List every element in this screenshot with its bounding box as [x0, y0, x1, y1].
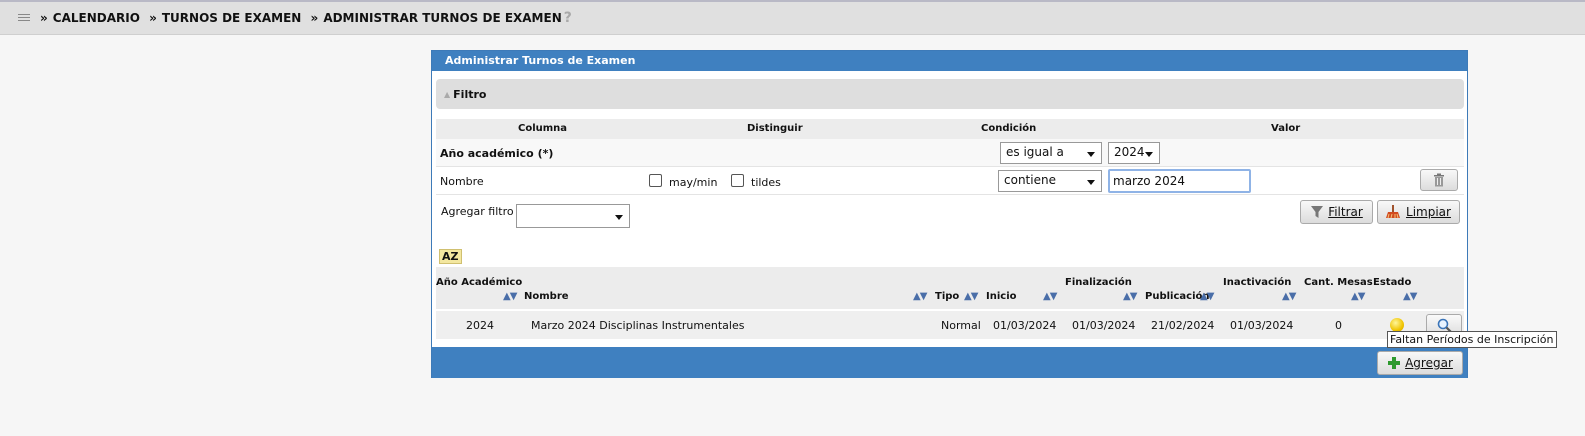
- accents-checkbox[interactable]: [731, 174, 744, 187]
- filter-header-condicion: Condición: [981, 123, 1037, 134]
- filter-title: Filtro: [453, 87, 487, 101]
- filter-row-nombre: Nombre may/min tildes contiene: [436, 167, 1464, 195]
- col-cant-mesas[interactable]: Cant. Mesas: [1304, 277, 1373, 288]
- admin-panel: Administrar Turnos de Examen ▲ Filtro Co…: [431, 50, 1468, 378]
- menu-icon[interactable]: [18, 13, 32, 23]
- status-tooltip: Faltan Períodos de Inscripción: [1387, 331, 1557, 348]
- filter-button[interactable]: Filtrar: [1300, 200, 1373, 224]
- broom-icon: [1386, 205, 1401, 219]
- sort-arrows-icon[interactable]: ▲▼: [1282, 291, 1296, 302]
- sort-arrows-icon[interactable]: ▲▼: [503, 291, 517, 302]
- case-sensitive-checkbox[interactable]: [649, 174, 662, 187]
- filter-label-anio: Año académico (*): [440, 147, 554, 160]
- plus-icon: [1388, 357, 1401, 369]
- panel-title: Administrar Turnos de Examen: [432, 51, 1467, 71]
- cell-anio: 2024: [466, 319, 494, 332]
- col-finalizacion[interactable]: Finalización: [1065, 277, 1132, 288]
- cell-finalizacion: 01/03/2024: [1072, 319, 1136, 332]
- sort-arrows-icon[interactable]: ▲▼: [1200, 291, 1214, 302]
- col-anio[interactable]: Año Académico: [436, 277, 522, 288]
- condition-select-anio[interactable]: es igual a: [1000, 142, 1102, 164]
- chevron-down-icon: [1087, 180, 1095, 185]
- add-filter-select[interactable]: [516, 204, 630, 228]
- chevron-down-icon: [615, 215, 623, 220]
- help-icon[interactable]: ?: [564, 10, 572, 26]
- condition-select-nombre[interactable]: contiene: [998, 170, 1102, 192]
- sort-arrows-icon[interactable]: ▲▼: [964, 291, 978, 302]
- sort-arrows-icon[interactable]: ▲▼: [1351, 291, 1365, 302]
- breadcrumb-bar: » CALENDARIO » TURNOS DE EXAMEN » ADMINISTR…: [0, 0, 1585, 35]
- table-header: Año Académico ▲▼ Nombre ▲▼ Tipo ▲▼ Inici…: [436, 267, 1464, 309]
- sort-az-icon[interactable]: AZ: [439, 249, 462, 264]
- sort-arrows-icon[interactable]: ▲▼: [913, 291, 927, 302]
- value-select-anio[interactable]: 2024: [1108, 142, 1160, 164]
- breadcrumb-separator: »: [149, 11, 157, 25]
- clear-button[interactable]: Limpiar: [1377, 200, 1460, 224]
- cell-inicio: 01/03/2024: [993, 319, 1057, 332]
- delete-filter-button[interactable]: [1420, 169, 1458, 191]
- status-warning-icon[interactable]: [1390, 318, 1404, 332]
- funnel-icon: [1311, 206, 1324, 218]
- col-estado[interactable]: Estado: [1373, 277, 1411, 288]
- panel-footer: Agregar: [432, 347, 1467, 378]
- filter-header: Columna Distinguir Condición Valor: [436, 119, 1464, 139]
- filter-table: Columna Distinguir Condición Valor Año a…: [436, 119, 1464, 235]
- filter-header-columna: Columna: [518, 123, 568, 134]
- sort-arrows-icon[interactable]: ▲▼: [1043, 291, 1057, 302]
- value-input-nombre[interactable]: [1108, 169, 1251, 193]
- cell-cant-mesas: 0: [1335, 319, 1342, 332]
- filter-label-nombre: Nombre: [440, 175, 484, 188]
- trash-icon: [1434, 173, 1444, 187]
- col-inicio[interactable]: Inicio: [986, 291, 1017, 302]
- cell-inactivacion: 01/03/2024: [1230, 319, 1294, 332]
- add-filter-label: Agregar filtro: [441, 205, 514, 218]
- breadcrumb-calendario[interactable]: CALENDARIO: [53, 11, 140, 25]
- filter-header-distinguir: Distinguir: [747, 123, 803, 134]
- chevron-down-icon: [1145, 152, 1153, 157]
- chevron-down-icon: [1087, 152, 1095, 157]
- col-inactivacion[interactable]: Inactivación: [1223, 277, 1291, 288]
- cell-tipo: Normal: [941, 319, 981, 332]
- filter-actions-row: Agregar filtro Filtrar Limpiar: [436, 195, 1464, 235]
- filter-toggle[interactable]: ▲ Filtro: [436, 79, 1464, 109]
- cell-publicacion: 21/02/2024: [1151, 319, 1215, 332]
- table-row: 2024 Marzo 2024 Disciplinas Instrumental…: [436, 311, 1464, 339]
- breadcrumb-turnos[interactable]: TURNOS DE EXAMEN: [162, 11, 302, 25]
- breadcrumb-separator: »: [310, 11, 319, 25]
- breadcrumb: » CALENDARIO » TURNOS DE EXAMEN » ADMINISTR…: [40, 11, 562, 25]
- filter-header-valor: Valor: [1271, 123, 1301, 134]
- breadcrumb-administrar: ADMINISTRAR TURNOS DE EXAMEN: [323, 11, 562, 25]
- filter-row-anio: Año académico (*) es igual a 2024: [436, 139, 1464, 167]
- breadcrumb-separator: »: [40, 11, 48, 25]
- col-nombre[interactable]: Nombre: [524, 291, 569, 302]
- sort-arrows-icon[interactable]: ▲▼: [1403, 291, 1417, 302]
- sort-arrows-icon[interactable]: ▲▼: [1123, 291, 1137, 302]
- add-button[interactable]: Agregar: [1377, 351, 1463, 375]
- col-tipo[interactable]: Tipo: [935, 291, 959, 302]
- chevron-up-icon: ▲: [444, 89, 451, 99]
- cell-nombre: Marzo 2024 Disciplinas Instrumentales: [531, 319, 745, 332]
- accents-label: tildes: [751, 176, 781, 189]
- case-sensitive-label: may/min: [669, 176, 718, 189]
